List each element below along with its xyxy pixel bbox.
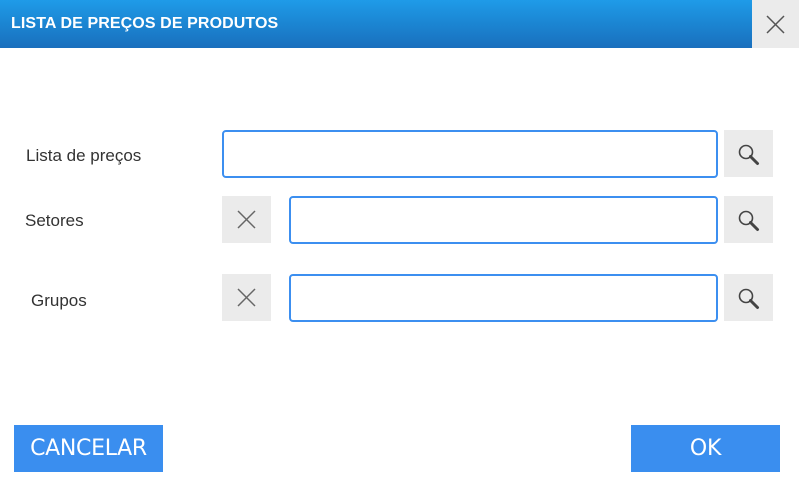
sectors-search-button[interactable]: [724, 196, 773, 243]
sectors-clear-button[interactable]: [222, 196, 271, 243]
dialog-titlebar: LISTA DE PREÇOS DE PRODUTOS: [0, 0, 752, 48]
sectors-input[interactable]: [289, 196, 718, 244]
close-icon: [766, 15, 785, 34]
price-list-search-button[interactable]: [724, 130, 773, 177]
groups-label: Grupos: [31, 291, 87, 310]
clear-icon: [237, 210, 256, 229]
ok-button[interactable]: OK: [631, 425, 780, 472]
sectors-label: Setores: [25, 211, 84, 230]
search-icon: [738, 210, 759, 231]
clear-icon: [237, 288, 256, 307]
search-icon: [738, 288, 759, 309]
search-icon: [738, 144, 759, 165]
dialog-title: LISTA DE PREÇOS DE PRODUTOS: [11, 15, 279, 32]
price-list-dialog: LISTA DE PREÇOS DE PRODUTOS Lista de pre…: [0, 0, 799, 480]
cancel-button[interactable]: CANCELAR: [14, 425, 163, 472]
price-list-input[interactable]: [222, 130, 718, 178]
price-list-label: Lista de preços: [26, 146, 142, 165]
groups-input[interactable]: [289, 274, 718, 322]
groups-clear-button[interactable]: [222, 274, 271, 321]
groups-search-button[interactable]: [724, 274, 773, 321]
close-button[interactable]: [752, 0, 799, 48]
